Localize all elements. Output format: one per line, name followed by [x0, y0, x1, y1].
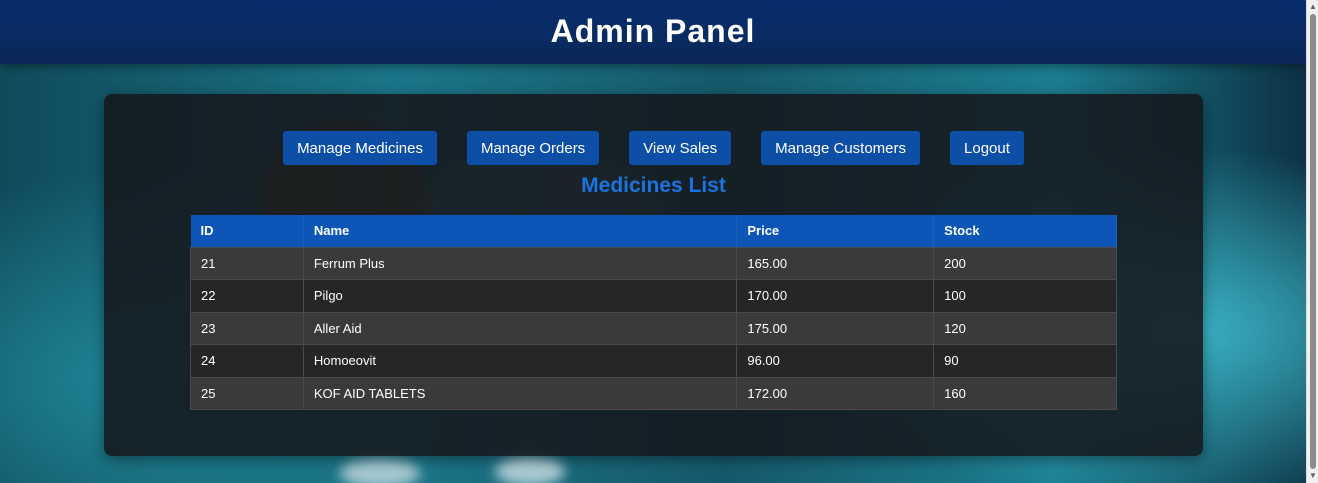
cell-name: Pilgo	[303, 279, 738, 312]
cell-stock: 100	[933, 279, 1117, 312]
cell-stock: 90	[933, 344, 1117, 377]
background-decoration	[495, 456, 565, 483]
medicines-table: ID Name Price Stock 21 Ferrum Plus 165.0…	[190, 215, 1117, 410]
manage-medicines-button[interactable]: Manage Medicines	[283, 131, 437, 165]
page-header: Admin Panel	[0, 0, 1306, 64]
cell-name: Ferrum Plus	[303, 246, 738, 280]
table-row: 22 Pilgo 170.00 100	[190, 279, 1117, 312]
scrollbar-thumb[interactable]	[1310, 14, 1316, 469]
manage-customers-button[interactable]: Manage Customers	[761, 131, 921, 165]
table-row: 24 Homoeovit 96.00 90	[190, 344, 1117, 377]
cell-id: 22	[190, 279, 304, 312]
logout-button[interactable]: Logout	[950, 131, 1024, 165]
column-header-id: ID	[190, 215, 304, 247]
cell-price: 165.00	[736, 246, 935, 280]
table-row: 21 Ferrum Plus 165.00 200	[190, 246, 1117, 280]
cell-price: 96.00	[736, 344, 935, 377]
table-row: 23 Aller Aid 175.00 120	[190, 311, 1117, 345]
triangle-down-icon[interactable]: ▼	[1307, 469, 1318, 483]
admin-nav: Manage Medicines Manage Orders View Sale…	[104, 131, 1203, 165]
admin-panel-card: Manage Medicines Manage Orders View Sale…	[104, 94, 1203, 456]
cell-id: 25	[190, 376, 304, 410]
background-decoration	[340, 458, 420, 483]
cell-price: 172.00	[736, 376, 935, 410]
column-header-name: Name	[303, 215, 738, 247]
table-row: 25 KOF AID TABLETS 172.00 160	[190, 376, 1117, 410]
section-title: Medicines List	[581, 174, 726, 197]
column-header-price: Price	[736, 215, 935, 247]
cell-stock: 160	[933, 376, 1117, 410]
vertical-scrollbar[interactable]: ▲ ▼	[1306, 0, 1318, 483]
cell-id: 24	[190, 344, 304, 377]
cell-id: 21	[190, 246, 304, 280]
cell-name: Homoeovit	[303, 344, 738, 377]
table-header-row: ID Name Price Stock	[190, 215, 1117, 247]
cell-name: KOF AID TABLETS	[303, 376, 738, 410]
page-title: Admin Panel	[550, 12, 756, 49]
cell-stock: 200	[933, 246, 1117, 280]
triangle-up-icon[interactable]: ▲	[1307, 0, 1318, 14]
view-sales-button[interactable]: View Sales	[629, 131, 732, 165]
cell-price: 170.00	[736, 279, 935, 312]
cell-name: Aller Aid	[303, 311, 738, 345]
cell-stock: 120	[933, 311, 1117, 345]
cell-price: 175.00	[736, 311, 935, 345]
manage-orders-button[interactable]: Manage Orders	[466, 131, 600, 165]
column-header-stock: Stock	[933, 215, 1117, 247]
cell-id: 23	[190, 311, 304, 345]
